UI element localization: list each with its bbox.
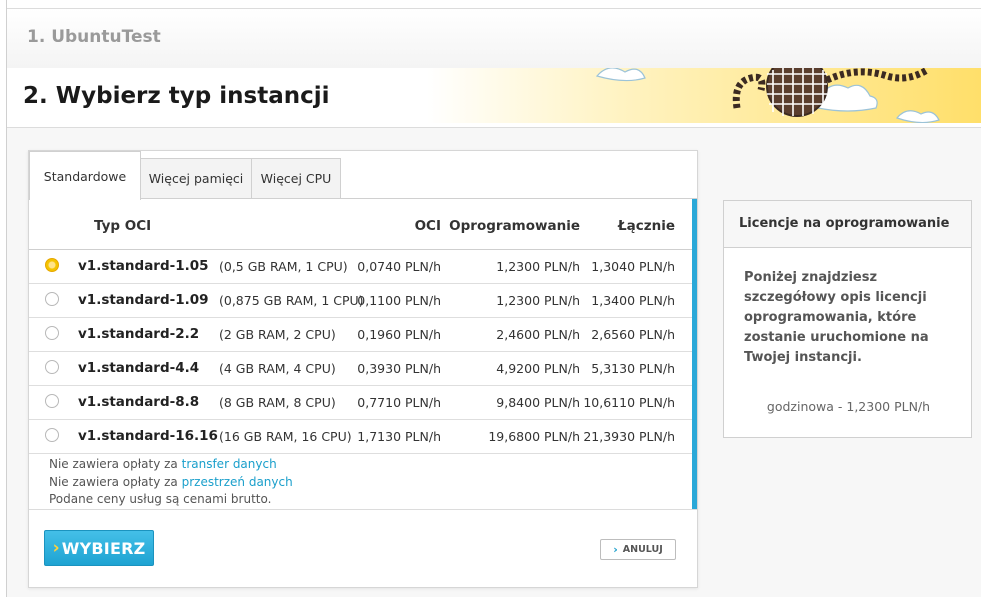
tab-more-memory[interactable]: Więcej pamięci [140, 158, 252, 199]
software-price: 19,6800 PLN/h [488, 429, 580, 444]
instance-name: v1.standard-1.05 [78, 258, 209, 274]
instance-name: v1.standard-4.4 [78, 360, 200, 376]
table-row[interactable]: v1.standard-8.8 (8 GB RAM, 8 CPU) 0,7710… [29, 386, 692, 420]
column-header-software: Oprogramowanie [449, 218, 580, 234]
column-header-oci: OCI [414, 218, 441, 234]
instance-type-panel: Standardowe Więcej pamięci Więcej CPU Ty… [28, 150, 698, 588]
instance-spec: (0,5 GB RAM, 1 CPU) [219, 259, 348, 274]
chevron-right-icon: › [52, 538, 60, 558]
instance-spec: (4 GB RAM, 4 CPU) [219, 361, 336, 376]
license-box: Licencje na oprogramowanie Poniżej znajd… [723, 200, 972, 438]
oci-price: 0,3930 PLN/h [357, 361, 441, 376]
instance-name: v1.standard-1.09 [78, 292, 209, 308]
instance-spec: (0,875 GB RAM, 1 CPU) [219, 293, 364, 308]
instance-spec: (8 GB RAM, 8 CPU) [219, 395, 336, 410]
total-price: 21,3930 PLN/h [583, 429, 675, 444]
total-price: 1,3040 PLN/h [591, 259, 675, 274]
instance-radio[interactable] [45, 292, 59, 306]
software-price: 2,4600 PLN/h [496, 327, 580, 342]
total-price: 2,6560 PLN/h [591, 327, 675, 342]
note-storage-text: Nie zawiera opłaty za [49, 474, 182, 489]
instance-spec: (16 GB RAM, 16 CPU) [219, 429, 352, 444]
pricing-notes: Nie zawiera opłaty za transfer danych Ni… [49, 456, 293, 509]
total-price: 10,6110 PLN/h [583, 395, 675, 410]
table-row[interactable]: v1.standard-4.4 (4 GB RAM, 4 CPU) 0,3930… [29, 352, 692, 386]
software-price: 1,2300 PLN/h [496, 293, 580, 308]
table-row[interactable]: v1.standard-2.2 (2 GB RAM, 2 CPU) 0,1960… [29, 318, 692, 352]
tab-more-cpu[interactable]: Więcej CPU [251, 158, 341, 199]
license-title: Licencje na oprogramowanie [724, 201, 971, 248]
table-header: Typ OCI OCI Oprogramowanie Łącznie [29, 199, 692, 250]
tab-standard[interactable]: Standardowe [29, 151, 141, 200]
instance-radio[interactable] [45, 258, 59, 272]
instance-table: Typ OCI OCI Oprogramowanie Łącznie v1.st… [29, 199, 692, 454]
table-row[interactable]: v1.standard-1.05 (0,5 GB RAM, 1 CPU) 0,0… [29, 250, 692, 284]
select-button[interactable]: › WYBIERZ [44, 530, 154, 566]
oci-price: 0,7710 PLN/h [357, 395, 441, 410]
instance-radio[interactable] [45, 326, 59, 340]
storage-link[interactable]: przestrzeń danych [182, 475, 293, 489]
transfer-link[interactable]: transfer danych [182, 457, 277, 471]
instance-spec: (2 GB RAM, 2 CPU) [219, 327, 336, 342]
table-row[interactable]: v1.standard-1.09 (0,875 GB RAM, 1 CPU) 0… [29, 284, 692, 318]
instance-name: v1.standard-16.16 [78, 428, 218, 444]
page-title: 2. Wybierz typ instancji [23, 83, 330, 109]
license-description: Poniżej znajdziesz szczegółowy opis lice… [744, 270, 929, 365]
instance-name: v1.standard-2.2 [78, 326, 200, 342]
scrollbar[interactable] [692, 199, 697, 509]
oci-price: 0,0740 PLN/h [357, 259, 441, 274]
column-header-total: Łącznie [617, 218, 675, 234]
software-price: 4,9200 PLN/h [496, 361, 580, 376]
oci-price: 1,7130 PLN/h [357, 429, 441, 444]
select-button-label: WYBIERZ [61, 538, 146, 558]
oci-price: 0,1960 PLN/h [357, 327, 441, 342]
panel-divider [29, 509, 697, 510]
note-transfer: Nie zawiera opłaty za transfer danych [49, 456, 293, 474]
note-transfer-text: Nie zawiera opłaty za [49, 457, 182, 471]
table-row[interactable]: v1.standard-16.16 (16 GB RAM, 16 CPU) 1,… [29, 420, 692, 454]
column-header-type: Typ OCI [94, 218, 152, 234]
cancel-button-label: ANULUJ [622, 544, 663, 555]
step1-header[interactable]: 1. UbuntuTest [7, 8, 981, 69]
software-price: 1,2300 PLN/h [496, 259, 580, 274]
instance-name: v1.standard-8.8 [78, 394, 200, 410]
total-price: 5,3130 PLN/h [591, 361, 675, 376]
note-gross-prices: Podane ceny usług są cenami brutto. [49, 492, 272, 506]
chevron-right-icon: › [613, 543, 618, 556]
step2-header: 2. Wybierz typ instancji [7, 68, 981, 128]
tab-bar: Standardowe Więcej pamięci Więcej CPU [29, 151, 697, 200]
step1-title: 1. UbuntuTest [27, 27, 161, 47]
decorative-banner [427, 68, 981, 123]
instance-radio[interactable] [45, 360, 59, 374]
instance-radio[interactable] [45, 394, 59, 408]
cancel-button[interactable]: › ANULUJ [600, 539, 676, 560]
instance-radio[interactable] [45, 428, 59, 442]
license-price: godzinowa - 1,2300 PLN/h [766, 399, 931, 414]
note-storage: Nie zawiera opłaty za przestrzeń danych [49, 474, 293, 492]
total-price: 1,3400 PLN/h [591, 293, 675, 308]
oci-price: 0,1100 PLN/h [357, 293, 441, 308]
software-price: 9,8400 PLN/h [496, 395, 580, 410]
